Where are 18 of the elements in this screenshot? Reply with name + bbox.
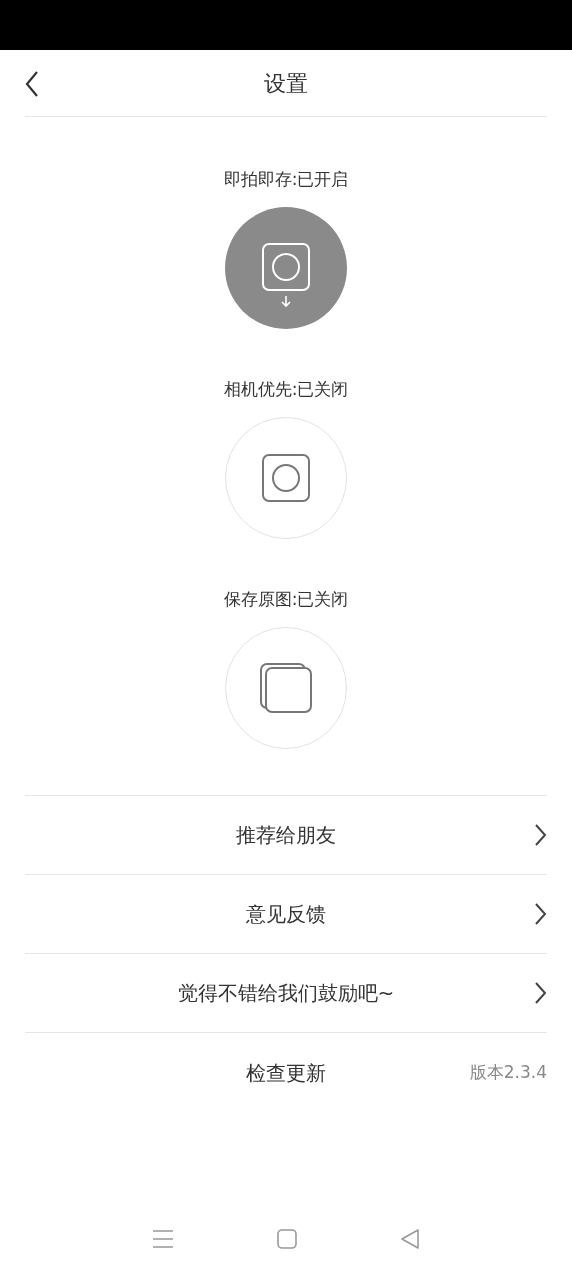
layers-icon (259, 662, 313, 714)
toggle-label: 保存原图:已关闭 (223, 588, 349, 611)
menu-item[interactable]: 意见反馈 (25, 875, 547, 953)
home-icon[interactable] (277, 1229, 297, 1249)
chevron-right-icon (535, 824, 547, 846)
page-title: 设置 (264, 69, 308, 98)
menu-item[interactable]: 推荐给朋友 (25, 796, 547, 874)
camera-icon (261, 453, 311, 503)
back-icon[interactable] (400, 1229, 421, 1249)
menu-icon[interactable] (151, 1229, 174, 1249)
toggle-label: 相机优先:已关闭 (223, 378, 349, 401)
chevron-right-icon (535, 982, 547, 1004)
chevron-right-icon (535, 903, 547, 925)
version-text: 版本2.3.4 (469, 1060, 547, 1084)
camera-save-icon (261, 242, 311, 308)
toggle-label: 即拍即存:已开启 (223, 168, 349, 191)
menu-item[interactable]: 觉得不错给我们鼓励吧~ (25, 954, 547, 1032)
menu-item[interactable]: 检查更新 (246, 1057, 326, 1088)
